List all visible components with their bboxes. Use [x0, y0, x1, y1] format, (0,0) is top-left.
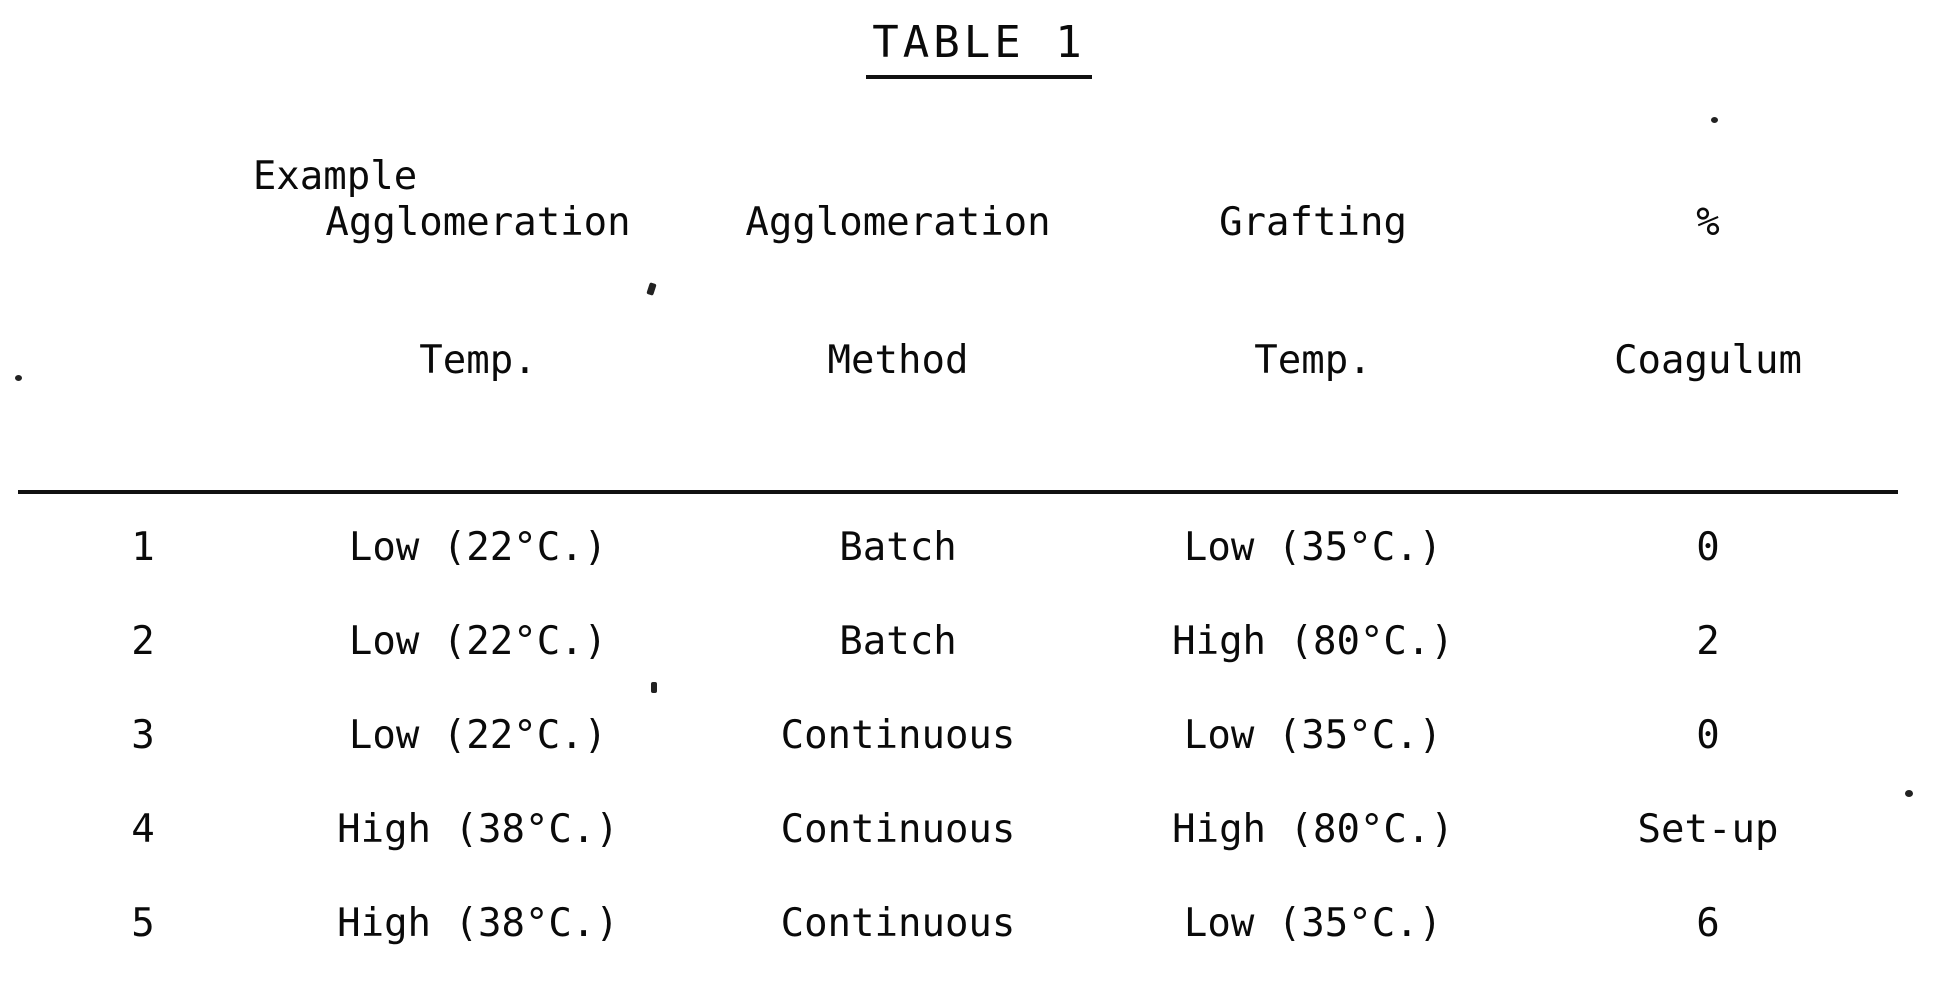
cell-agglomeration-method: Continuous — [780, 713, 1016, 758]
column-header-agglomeration-method: Agglomeration Method — [688, 108, 1108, 490]
table-row: 2 Low (22°C.) Batch High (80°C.) 2 — [18, 619, 1898, 713]
column-header-agglomeration-temp-line1: Agglomeration — [325, 200, 631, 245]
scan-artifact-speck — [1711, 117, 1718, 123]
scan-artifact-speck — [1905, 790, 1913, 797]
scan-artifact-speck — [15, 375, 22, 381]
cell-percent-coagulum: 6 — [1696, 901, 1720, 946]
cell-grafting-temp: Low (35°C.) — [1183, 901, 1443, 946]
data-table: Example Agglomeration Temp. Agglomeratio… — [18, 108, 1898, 995]
cell-grafting-temp: High (80°C.) — [1172, 807, 1454, 852]
cell-agglomeration-temp: High (38°C.) — [337, 901, 619, 946]
page-title: TABLE 1 — [866, 17, 1092, 79]
cell-example: 4 — [131, 807, 155, 852]
cell-agglomeration-temp: High (38°C.) — [337, 807, 619, 852]
column-header-grafting-temp-line2: Temp. — [1254, 338, 1372, 383]
table-row: 4 High (38°C.) Continuous High (80°C.) S… — [18, 807, 1898, 901]
cell-grafting-temp: Low (35°C.) — [1183, 713, 1443, 758]
cell-agglomeration-temp: Low (22°C.) — [348, 525, 608, 570]
column-header-agglomeration-temp-line2: Temp. — [419, 338, 537, 383]
cell-agglomeration-method: Continuous — [780, 807, 1016, 852]
cell-example: 5 — [131, 901, 155, 946]
column-header-percent-coagulum-line2: Coagulum — [1614, 338, 1802, 383]
column-header-agglomeration-method-line1: Agglomeration — [745, 200, 1051, 245]
table-row: 1 Low (22°C.) Batch Low (35°C.) 0 — [18, 495, 1898, 619]
table-row: 5 High (38°C.) Continuous Low (35°C.) 6 — [18, 901, 1898, 995]
cell-example: 2 — [131, 619, 155, 664]
column-header-percent-coagulum-line1: % — [1696, 200, 1720, 245]
cell-percent-coagulum: 0 — [1696, 525, 1720, 570]
table-row: 3 Low (22°C.) Continuous Low (35°C.) 0 — [18, 713, 1898, 807]
cell-agglomeration-method: Batch — [839, 525, 957, 570]
column-header-percent-coagulum: % Coagulum — [1518, 108, 1898, 490]
cell-agglomeration-method: Continuous — [780, 901, 1016, 946]
cell-agglomeration-temp: Low (22°C.) — [348, 619, 608, 664]
cell-agglomeration-temp: Low (22°C.) — [348, 713, 608, 758]
column-header-grafting-temp-line1: Grafting — [1219, 200, 1407, 245]
column-header-agglomeration-method-line2: Method — [827, 338, 969, 383]
cell-example: 1 — [131, 525, 155, 570]
table-header-row: Example Agglomeration Temp. Agglomeratio… — [18, 108, 1898, 490]
cell-percent-coagulum: Set-up — [1637, 807, 1779, 852]
cell-example: 3 — [131, 713, 155, 758]
cell-grafting-temp: High (80°C.) — [1172, 619, 1454, 664]
table-title-block: TABLE 1 — [0, 17, 1958, 79]
scan-artifact-speck — [651, 682, 657, 693]
document-page: TABLE 1 Example Agglomeration Temp. Aggl… — [0, 0, 1958, 946]
cell-grafting-temp: Low (35°C.) — [1183, 525, 1443, 570]
cell-percent-coagulum: 0 — [1696, 713, 1720, 758]
horizontal-rule — [18, 490, 1898, 494]
cell-percent-coagulum: 2 — [1696, 619, 1720, 664]
column-header-grafting-temp: Grafting Temp. — [1108, 108, 1518, 490]
table-body: 1 Low (22°C.) Batch Low (35°C.) 0 2 Low … — [18, 495, 1898, 995]
cell-agglomeration-method: Batch — [839, 619, 957, 664]
column-header-example: Example — [18, 108, 417, 490]
